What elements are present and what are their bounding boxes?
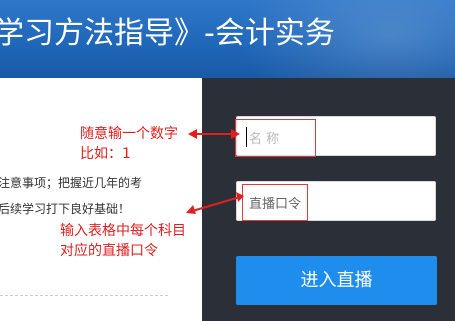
annotation-arrows: [186, 129, 244, 214]
arrow-to-code-input: [186, 192, 244, 214]
arrow-to-name-input: [188, 129, 240, 139]
